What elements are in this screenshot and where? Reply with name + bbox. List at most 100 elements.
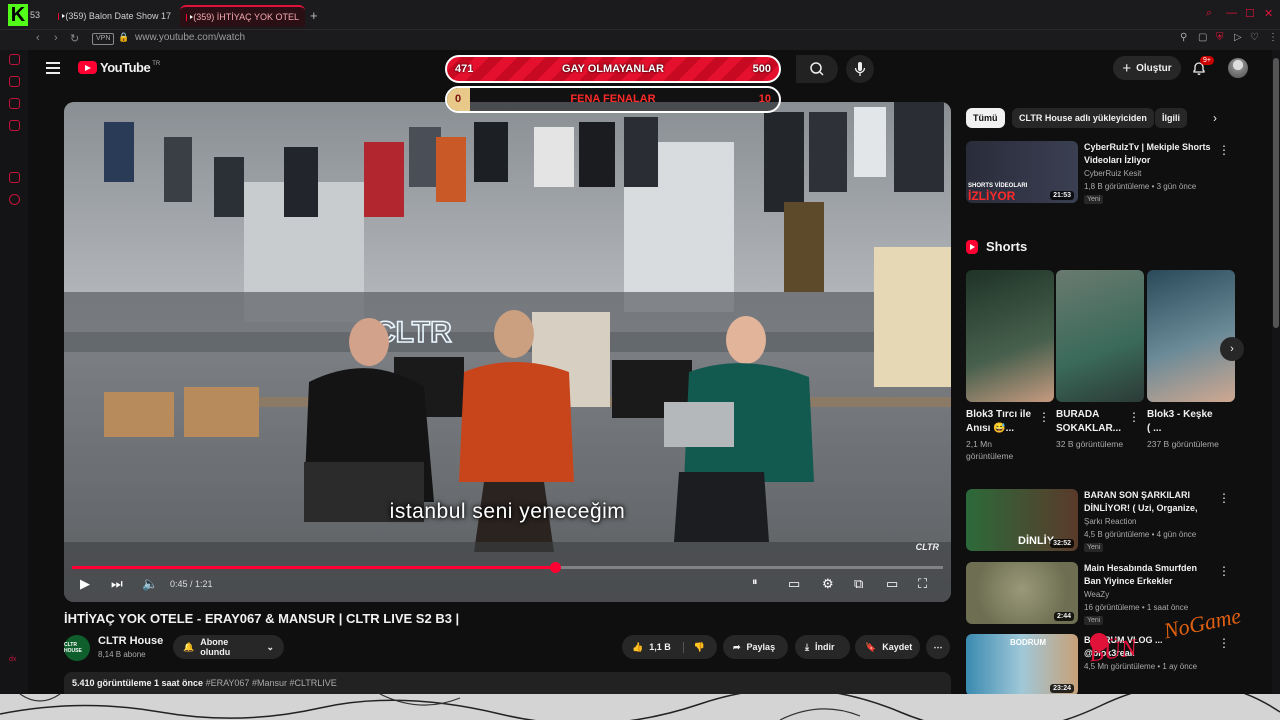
more-vertical-icon[interactable]: ⋮ xyxy=(1218,564,1230,578)
shorts-heading: Shorts xyxy=(966,239,1027,254)
more-vertical-icon[interactable]: ⋮ xyxy=(1218,143,1230,157)
settings-gear-icon[interactable]: ⚙ xyxy=(822,576,834,592)
like-count[interactable]: 1,1 B xyxy=(649,642,671,652)
more-vertical-icon[interactable]: ⋮ xyxy=(1218,636,1230,650)
hamburger-menu-icon[interactable] xyxy=(46,62,60,74)
youtube-logo[interactable]: YouTube TR xyxy=(78,60,160,75)
create-button[interactable]: + Oluştur xyxy=(1113,56,1181,80)
search-button[interactable] xyxy=(796,55,838,83)
pin-icon[interactable]: ⚲ xyxy=(1180,32,1187,43)
more-vertical-icon[interactable]: ⋮ xyxy=(1038,410,1050,424)
sidebar-bookmarks-icon[interactable] xyxy=(9,120,20,131)
chip-related[interactable]: İlgili xyxy=(1155,108,1187,128)
subtitles-icon[interactable]: ▭ xyxy=(788,576,800,592)
more-vertical-icon[interactable]: ⋮ xyxy=(1128,410,1140,424)
page-scrollbar[interactable] xyxy=(1272,50,1280,695)
bell-icon: 🔔 xyxy=(183,641,195,652)
channel-avatar[interactable]: CLTR HOUSE xyxy=(64,635,90,661)
maximize-icon[interactable]: ☐ xyxy=(1245,7,1255,20)
recommendation-thumbnail[interactable]: SHORTS VİDEOLARI İZLİYOR 21:53 xyxy=(966,141,1078,203)
recommendation-item[interactable]: 2:44 Main Hesabında Smurfden Ban Yiyince… xyxy=(966,562,1236,625)
chips-next-chevron-icon[interactable]: › xyxy=(1213,111,1217,125)
new-tab-button[interactable]: + xyxy=(310,8,318,23)
vote-bar-label: FENA FENALAR xyxy=(570,93,656,105)
minimize-icon[interactable]: — xyxy=(1226,7,1237,19)
short-views: 32 B görüntüleme xyxy=(1056,439,1124,449)
short-title[interactable]: Blok3 - Keşke ( ... xyxy=(1147,408,1217,436)
subscribed-button[interactable]: 🔔 Abone olundu ⌄ xyxy=(173,635,284,659)
url-field[interactable]: www.youtube.com/watch xyxy=(135,32,245,43)
vote-bar-right-count: 10 xyxy=(758,93,771,105)
fullscreen-icon[interactable]: ⛶ xyxy=(918,576,927,592)
short-item[interactable]: Blok3 - Keşke ( ... 237 B görüntüleme xyxy=(1147,270,1235,450)
snapshot-icon[interactable]: ▢ xyxy=(1198,32,1207,43)
play-icon[interactable]: ▶ xyxy=(80,576,90,592)
miniplayer-icon[interactable]: ⧉ xyxy=(854,576,863,592)
short-title[interactable]: BURADA SOKAKLAR... xyxy=(1056,408,1126,436)
recommendation-title[interactable]: Main Hesabında Smurfden Ban Yiyince Erke… xyxy=(1084,562,1214,588)
reload-icon[interactable]: ↻ xyxy=(70,32,79,45)
recommendation-item[interactable]: BODRUM 23:24 BODRUM VLOG ... @blok3real.… xyxy=(966,634,1236,696)
recommendation-channel[interactable]: Şarkı Reaction xyxy=(1084,517,1136,526)
voice-search-button[interactable] xyxy=(846,55,874,83)
new-badge: Yeni xyxy=(1084,616,1104,625)
short-thumbnail[interactable] xyxy=(1147,270,1235,402)
recommendation-thumbnail[interactable]: BODRUM 23:24 xyxy=(966,634,1078,696)
scrollbar-thumb[interactable] xyxy=(1273,58,1279,328)
browser-tab-ihtiyac-yok-otel[interactable]: (359) İHTİYAÇ YOK OTEL xyxy=(180,5,305,27)
back-icon[interactable]: ‹ xyxy=(36,32,40,44)
save-button[interactable]: 🔖 Kaydet xyxy=(855,635,920,659)
short-item[interactable]: BURADA SOKAKLAR... 32 B görüntüleme ⋮ xyxy=(1056,270,1144,450)
more-vertical-icon[interactable]: ⋮ xyxy=(1218,491,1230,505)
short-thumbnail[interactable] xyxy=(1056,270,1144,402)
short-item[interactable]: Blok3 Tırcı ile Anısı 😅... 2,1 Mn görünt… xyxy=(966,270,1054,462)
recommendation-title[interactable]: BODRUM VLOG ... @blok3real. xyxy=(1084,634,1214,660)
search-tabs-icon[interactable]: ⌕ xyxy=(1206,7,1212,20)
short-thumbnail[interactable] xyxy=(966,270,1054,402)
download-button[interactable]: ⤓ İndir xyxy=(795,635,850,659)
recommendation-title[interactable]: BARAN SON ŞARKILARI DİNLİYOR! ( Uzi, Org… xyxy=(1084,489,1214,515)
chip-all[interactable]: Tümü xyxy=(966,108,1005,128)
recommendation-channel[interactable]: WeaZy xyxy=(1084,590,1109,599)
shield-icon[interactable]: ⛨ xyxy=(1216,32,1224,43)
share-button[interactable]: ➦ Paylaş xyxy=(723,635,788,659)
video-player[interactable]: CLTR istanbul seni yeneceğim CLTR ▶ ⏭ 🔈 … xyxy=(64,102,951,602)
theater-mode-icon[interactable]: ▭ xyxy=(886,576,898,592)
dislike-icon[interactable]: 👎 xyxy=(682,641,705,653)
menu-dots-icon[interactable]: ⋮ xyxy=(1268,32,1278,43)
like-icon[interactable]: 👍 xyxy=(632,642,643,653)
sidebar-messenger-icon[interactable] xyxy=(9,98,20,109)
recommendation-thumbnail[interactable]: DİNLİY 32:52 xyxy=(966,489,1078,551)
vpn-badge[interactable]: VPN xyxy=(92,33,115,45)
next-icon[interactable]: ⏭ xyxy=(111,576,123,592)
recommendation-item[interactable]: DİNLİY 32:52 BARAN SON ŞARKILARI DİNLİYO… xyxy=(966,489,1236,552)
sidebar-settings-icon[interactable] xyxy=(9,194,20,205)
browser-tab-balon-date[interactable]: (359) Balon Date Show 17 xyxy=(52,5,177,27)
sidebar-history-icon[interactable] xyxy=(9,76,20,87)
player-icon[interactable]: ▷ xyxy=(1234,32,1242,43)
video-subtitle: istanbul seni yeneceğim xyxy=(389,500,626,523)
recommendation-meta: 1,8 B görüntüleme • 3 gün önce xyxy=(1084,182,1197,191)
channel-name[interactable]: CLTR House xyxy=(98,635,163,647)
more-actions-button[interactable]: ⋯ xyxy=(926,635,950,659)
description-box[interactable]: 5.410 görüntüleme 1 saat önce #ERAY067 #… xyxy=(64,672,951,694)
hashtags[interactable]: #ERAY067 #Mansur #CLTRLIVE xyxy=(206,678,337,688)
recommendation-item[interactable]: SHORTS VİDEOLARI İZLİYOR 21:53 CyberRulz… xyxy=(966,141,1236,204)
chip-from-uploader[interactable]: CLTR House adlı yükleyiciden xyxy=(1012,108,1154,128)
forward-icon[interactable]: › xyxy=(54,32,58,44)
sidebar-speed-dial-icon[interactable] xyxy=(9,54,20,65)
recommendation-thumbnail[interactable]: 2:44 xyxy=(966,562,1078,624)
close-window-icon[interactable]: ✕ xyxy=(1264,7,1273,20)
account-avatar[interactable] xyxy=(1228,58,1248,78)
shorts-next-chevron-icon[interactable]: › xyxy=(1220,337,1244,361)
recommendation-title[interactable]: CyberRulzTv | Mekiple Shorts Videoları İ… xyxy=(1084,141,1214,167)
kick-logo[interactable]: K 53 xyxy=(8,4,48,26)
youtube-play-icon xyxy=(78,61,97,74)
heart-icon[interactable]: ♡ xyxy=(1250,32,1259,43)
lock-icon[interactable]: 🔒 xyxy=(118,32,129,43)
short-title[interactable]: Blok3 Tırcı ile Anısı 😅... xyxy=(966,408,1036,436)
autoplay-toggle-icon[interactable]: ⏸ xyxy=(752,576,758,589)
sidebar-home-icon[interactable] xyxy=(9,172,20,183)
recommendation-channel[interactable]: CyberRuiz Kesit xyxy=(1084,169,1141,178)
volume-icon[interactable]: 🔈 xyxy=(142,576,158,592)
